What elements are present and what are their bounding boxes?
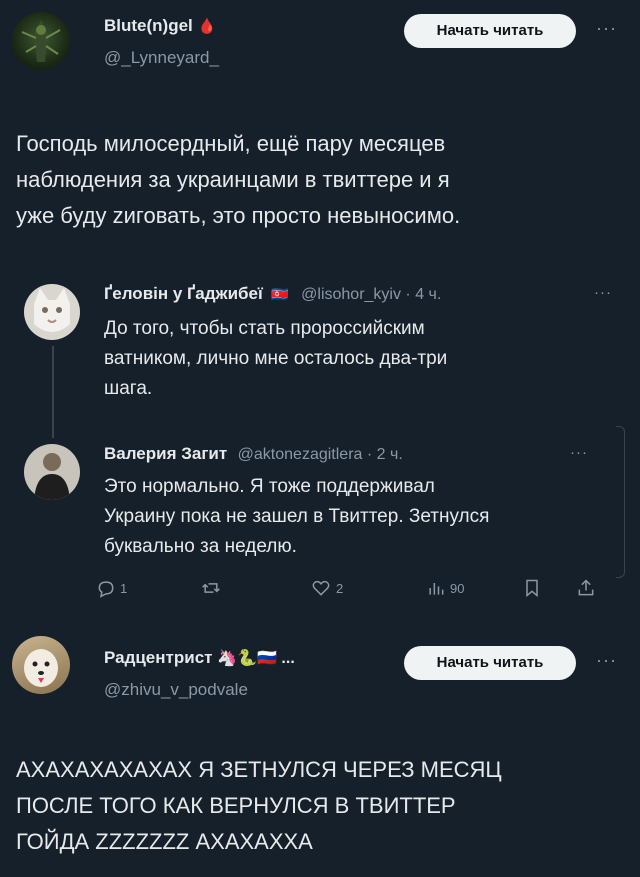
avatar-figure-icon [21, 20, 61, 62]
follow-button[interactable]: Начать читать [404, 646, 576, 680]
reply-header[interactable]: Валерия Загит @aktonezagitlera · 2 ч. [104, 444, 403, 464]
views-icon [429, 583, 444, 595]
post-text-line: Господь милосердный, ещё пару месяцев [16, 131, 446, 156]
heart-icon [312, 580, 330, 596]
reply-author-name: Валерия Загит [104, 444, 228, 463]
quoted-handle: @lisohor_kyiv · 4 ч. [301, 286, 442, 303]
emoji-badges-icon: 🦄🐍🇷🇺 ... [217, 650, 295, 667]
author-name[interactable]: Радцентрист 🦄🐍🇷🇺 ... [104, 648, 295, 668]
author-handle[interactable]: @zhivu_v_podvale [104, 680, 248, 700]
like-action[interactable]: 2 [310, 578, 343, 598]
views-action[interactable]: 90 [426, 578, 464, 598]
follow-button[interactable]: Начать читать [404, 14, 576, 48]
reply-text-line: Это нормально. Я тоже поддерживал [104, 476, 435, 497]
reply-text-line: Украину пока не зашел в Твиттер. Зетнулс… [104, 506, 490, 527]
reply-more-icon[interactable]: ··· [570, 444, 588, 461]
author-name[interactable]: Blute(n)gel 🩸 [104, 16, 216, 36]
post-text-line: ПОСЛЕ ТОГО КАК ВЕРНУЛСЯ В ТВИТТЕР [16, 793, 456, 818]
author-name-text: Радцентрист [104, 648, 213, 667]
quoted-avatar[interactable] [24, 284, 80, 340]
quoted-more-icon[interactable]: ··· [594, 284, 612, 301]
more-options-icon[interactable]: ··· [596, 650, 617, 671]
scrollbar[interactable] [616, 426, 625, 578]
reply-handle: @aktonezagitlera · 2 ч. [237, 446, 403, 463]
quoted-text: До того, чтобы стать пророссийским ватни… [104, 314, 604, 404]
reply-icon [98, 581, 114, 598]
avatar[interactable] [12, 12, 70, 70]
flag-icon: 🇰🇵 [271, 286, 289, 302]
bookmark-icon [526, 579, 538, 598]
retweet-icon [202, 583, 220, 593]
share-action[interactable] [576, 578, 596, 598]
views-count: 90 [450, 580, 465, 596]
dog-avatar-icon [24, 649, 58, 687]
post-text-line: наблюдения за украинцами в твиттере и я [16, 167, 450, 192]
author-name-text: Blute(n)gel [104, 16, 193, 35]
blood-drop-icon: 🩸 [197, 18, 217, 35]
like-count: 2 [336, 580, 344, 596]
bookmark-action[interactable] [522, 578, 542, 598]
avatar[interactable] [12, 636, 70, 694]
share-icon [578, 579, 594, 596]
post-text-line: ГОЙДА ZZZZZZZ АХАХАХХА [16, 829, 313, 854]
cat-avatar-icon [34, 288, 70, 332]
reply-action[interactable]: 1 [96, 578, 127, 598]
reply-count: 1 [120, 580, 128, 596]
post-text: Господь милосердный, ещё пару месяцев на… [16, 126, 626, 234]
reply-text-line: буквально за неделю. [104, 536, 297, 557]
person-avatar-icon [34, 453, 70, 500]
post-text-line: АХАХАХАХАХАХ Я ЗЕТНУЛСЯ ЧЕРЕЗ МЕСЯЦ [16, 757, 502, 782]
quoted-author-name: Ґеловін у Ґаджибеї [104, 284, 263, 303]
quoted-text-line: шага. [104, 378, 153, 399]
post-text: АХАХАХАХАХАХ Я ЗЕТНУЛСЯ ЧЕРЕЗ МЕСЯЦ ПОСЛ… [16, 752, 626, 860]
post-text-line: уже буду zиговать, это просто невыносимо… [16, 203, 461, 228]
more-options-icon[interactable]: ··· [596, 18, 617, 39]
quoted-text-line: До того, чтобы стать пророссийским [104, 318, 425, 339]
quoted-text-line: ватником, лично мне осталось два-три [104, 348, 448, 369]
retweet-action[interactable] [200, 578, 226, 598]
reply-avatar[interactable] [24, 444, 80, 500]
author-handle[interactable]: @_Lynneyard_ [104, 48, 219, 68]
reply-text: Это нормально. Я тоже поддерживал Украин… [104, 472, 604, 562]
thread-line [52, 346, 54, 438]
quoted-header[interactable]: Ґеловін у Ґаджибеї 🇰🇵 @lisohor_kyiv · 4 … [104, 284, 441, 304]
